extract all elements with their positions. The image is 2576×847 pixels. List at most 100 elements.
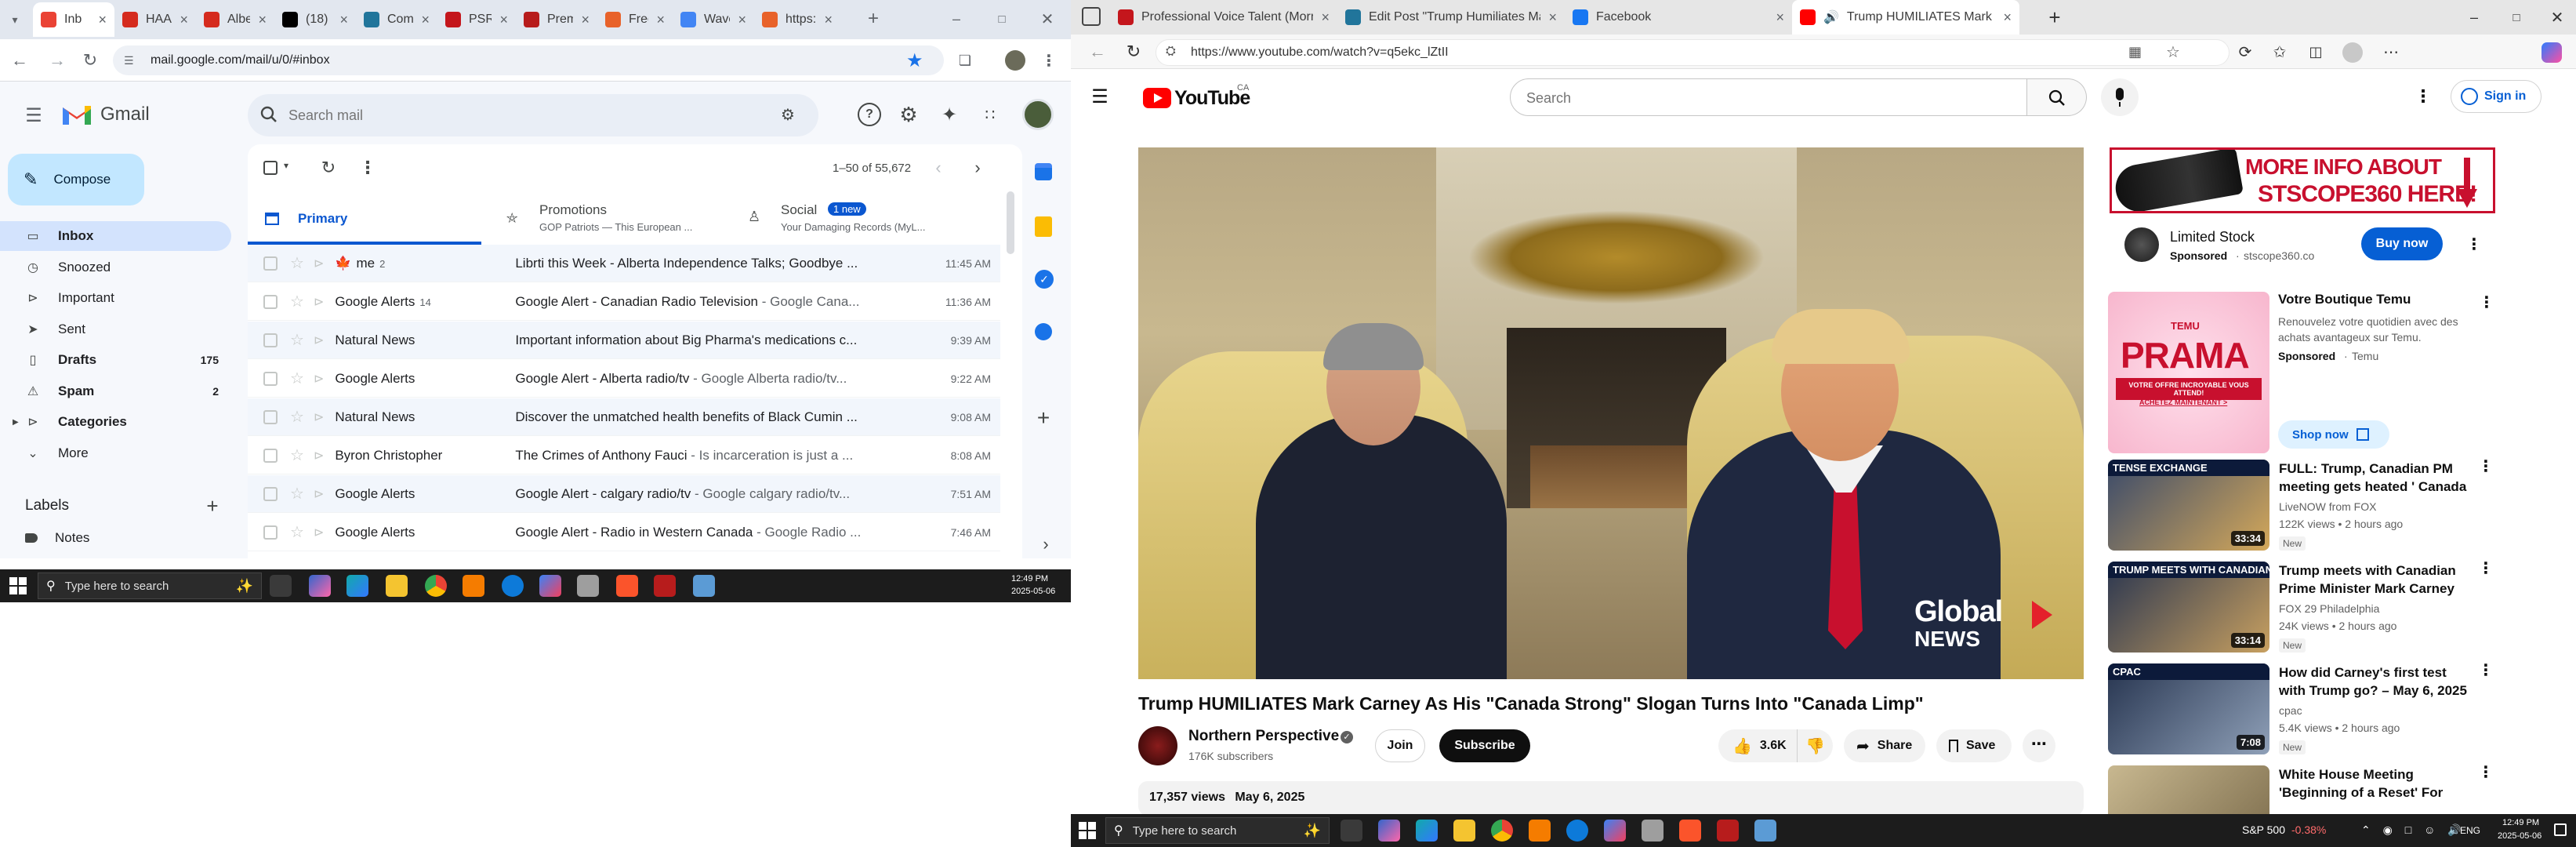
mail-row[interactable]: ☆ ⊳ Byron Christopher The Crimes of Anthony… bbox=[248, 437, 1000, 474]
row-checkbox[interactable] bbox=[263, 525, 278, 540]
star-icon[interactable]: ☆ bbox=[290, 369, 304, 388]
right-taskbar-time[interactable]: 12:49 PM bbox=[2502, 818, 2539, 827]
video-menu-icon[interactable]: ⋮ bbox=[2478, 561, 2494, 576]
recommended-video[interactable]: CPAC 7:08 How did Carney's first test with… bbox=[2108, 663, 2500, 764]
right-new-tab-button[interactable]: + bbox=[2043, 5, 2066, 29]
collections-icon[interactable]: ◫ bbox=[2305, 41, 2327, 63]
important-marker-icon[interactable]: ⊳ bbox=[314, 333, 324, 348]
refresh-extension-icon[interactable]: ⟳ bbox=[2234, 41, 2256, 63]
edge2-taskbar-icon[interactable] bbox=[502, 575, 524, 597]
r-store-icon[interactable] bbox=[1604, 820, 1626, 842]
yt-settings-menu-icon[interactable]: ⋮ bbox=[2411, 85, 2435, 108]
save-button[interactable]: Save bbox=[1936, 729, 2012, 762]
select-dropdown-icon[interactable]: ▾ bbox=[284, 160, 288, 171]
row-checkbox[interactable] bbox=[263, 333, 278, 347]
r-app-icon[interactable] bbox=[1529, 820, 1551, 842]
r-chrome-icon[interactable] bbox=[1491, 820, 1513, 842]
buy-now-button[interactable]: Buy now bbox=[2361, 227, 2443, 260]
new-tab-button[interactable]: + bbox=[862, 8, 884, 30]
r-task-view-icon[interactable] bbox=[1341, 820, 1362, 842]
yt-menu-icon[interactable]: ☰ bbox=[1088, 85, 1112, 108]
copilot-button-icon[interactable] bbox=[2542, 42, 2562, 63]
stock-widget[interactable]: S&P 500 -0.38% bbox=[2242, 823, 2326, 836]
apps-grid-icon[interactable]: ∷ bbox=[978, 103, 1002, 126]
favorites-icon[interactable]: ✩ bbox=[2269, 41, 2291, 63]
star-icon[interactable]: ☆ bbox=[290, 407, 304, 427]
close-tab-icon[interactable]: × bbox=[824, 12, 833, 28]
star-icon[interactable]: ☆ bbox=[290, 253, 304, 273]
r-explorer-icon[interactable] bbox=[1453, 820, 1475, 842]
edge-profile-icon[interactable] bbox=[2342, 42, 2363, 63]
right-taskbar-date[interactable]: 2025-05-06 bbox=[2498, 831, 2542, 841]
star-icon[interactable]: ☆ bbox=[290, 292, 304, 311]
close-tab-icon[interactable]: × bbox=[98, 12, 107, 28]
nav-item-sent[interactable]: ➤ Sent bbox=[0, 314, 231, 344]
close-tab-icon[interactable]: × bbox=[581, 12, 590, 28]
browser-tab[interactable]: Edit Post "Trump Humiliates Mark × bbox=[1337, 0, 1565, 35]
browser-tab[interactable]: Professional Voice Talent (Mornin × bbox=[1110, 0, 1337, 35]
app-install-icon[interactable]: ▦ bbox=[2128, 44, 2142, 60]
close-window-button[interactable]: ✕ bbox=[1032, 8, 1063, 30]
share-button[interactable]: ➦ Share bbox=[1844, 729, 1925, 762]
row-checkbox[interactable] bbox=[263, 486, 278, 501]
star-icon[interactable]: ☆ bbox=[290, 445, 304, 465]
edge-taskbar-icon[interactable] bbox=[346, 575, 368, 597]
extensions-icon[interactable]: ❏ bbox=[953, 49, 977, 72]
r-app2-icon[interactable] bbox=[1642, 820, 1664, 842]
right-taskbar-search-box[interactable]: ⚲ Type here to search ✨ bbox=[1105, 817, 1330, 844]
close-tab-icon[interactable]: × bbox=[258, 12, 267, 28]
browser-tab[interactable]: HAARP × bbox=[114, 2, 196, 37]
bookmark-star-icon[interactable]: ★ bbox=[906, 49, 923, 72]
close-tab-icon[interactable]: × bbox=[1776, 9, 1784, 26]
right-reload-button[interactable]: ↻ bbox=[1123, 41, 1145, 63]
app2-taskbar-icon[interactable] bbox=[577, 575, 599, 597]
row-checkbox[interactable] bbox=[263, 294, 278, 309]
browser-tab[interactable]: 🔊 Trump HUMILIATES Mark Ca × bbox=[1792, 0, 2019, 35]
important-marker-icon[interactable]: ⊳ bbox=[314, 294, 324, 310]
important-marker-icon[interactable]: ⊳ bbox=[314, 371, 324, 387]
video-menu-icon[interactable]: ⋮ bbox=[2478, 459, 2494, 474]
tab-primary[interactable]: Primary bbox=[248, 196, 481, 245]
recommended-video[interactable]: TRUMP MEETS WITH CANADIAN PRIME MINISTER… bbox=[2108, 561, 2500, 662]
maximize-button[interactable]: □ bbox=[986, 8, 1018, 30]
keep-app-icon[interactable] bbox=[1035, 216, 1052, 237]
voice-search-icon[interactable] bbox=[2101, 78, 2139, 116]
add-label-icon[interactable]: + bbox=[201, 494, 224, 518]
expand-arrow-icon[interactable]: ▶ bbox=[13, 418, 19, 427]
explorer-taskbar-icon[interactable] bbox=[386, 575, 408, 597]
side-panel-expand-icon[interactable]: › bbox=[1035, 533, 1057, 555]
profile-avatar[interactable] bbox=[1005, 50, 1025, 71]
close-tab-icon[interactable]: × bbox=[656, 12, 665, 28]
nav-item-important[interactable]: ⊳ Important bbox=[0, 283, 231, 313]
nav-item-snoozed[interactable]: ◷ Snoozed bbox=[0, 253, 231, 282]
sign-in-button[interactable]: Sign in bbox=[2451, 80, 2542, 113]
account-avatar[interactable] bbox=[1022, 99, 1054, 130]
important-marker-icon[interactable]: ⊳ bbox=[314, 256, 324, 271]
nav-item-inbox[interactable]: ▭ Inbox bbox=[0, 221, 231, 251]
browser-tab[interactable]: Premie × bbox=[516, 2, 597, 37]
temu-thumbnail[interactable]: TEMU PRAMA VOTRE OFFRE INCROYABLE VOUS A… bbox=[2108, 292, 2269, 453]
start-button[interactable] bbox=[9, 577, 27, 594]
label-notes[interactable]: Notes bbox=[25, 530, 89, 546]
more-actions-icon[interactable]: ⋮ bbox=[356, 156, 379, 180]
yt-search-button[interactable] bbox=[2027, 78, 2087, 116]
subscribe-button[interactable]: Subscribe bbox=[1439, 729, 1530, 762]
close-tab-icon[interactable]: × bbox=[339, 12, 348, 28]
channel-name[interactable]: Northern Perspective bbox=[1188, 728, 1339, 745]
get-addons-icon[interactable]: + bbox=[1032, 405, 1055, 430]
mail-row[interactable]: ☆ ⊳ Google Alerts Google Alert - Alberta ra… bbox=[248, 360, 1000, 398]
support-icon[interactable]: ? bbox=[858, 103, 881, 126]
mail-row[interactable]: ☆ ⊳ Google Alerts 14 Google Alert - Canadian… bbox=[248, 283, 1000, 321]
star-icon[interactable]: ☆ bbox=[290, 330, 304, 350]
mail-row[interactable]: ☆ ⊳ Google Alerts Google Alert - Radio in W… bbox=[248, 514, 1000, 551]
video-thumbnail[interactable]: CPAC 7:08 bbox=[2108, 663, 2269, 754]
mail-scrollbar[interactable] bbox=[1007, 191, 1014, 254]
address-bar[interactable]: ☰ mail.google.com/mail/u/0/#inbox ★ bbox=[113, 45, 944, 75]
chrome-taskbar-icon[interactable] bbox=[425, 575, 447, 597]
description-box[interactable]: 17,357 views May 6, 2025 bbox=[1138, 781, 2084, 816]
settings-more-icon[interactable]: ⋯ bbox=[2380, 41, 2402, 63]
r-app3-icon[interactable] bbox=[1717, 820, 1739, 842]
refresh-icon[interactable]: ↻ bbox=[317, 156, 340, 180]
temu-more-icon[interactable]: ⋮ bbox=[2477, 290, 2496, 314]
main-menu-icon[interactable]: ☰ bbox=[20, 102, 47, 129]
